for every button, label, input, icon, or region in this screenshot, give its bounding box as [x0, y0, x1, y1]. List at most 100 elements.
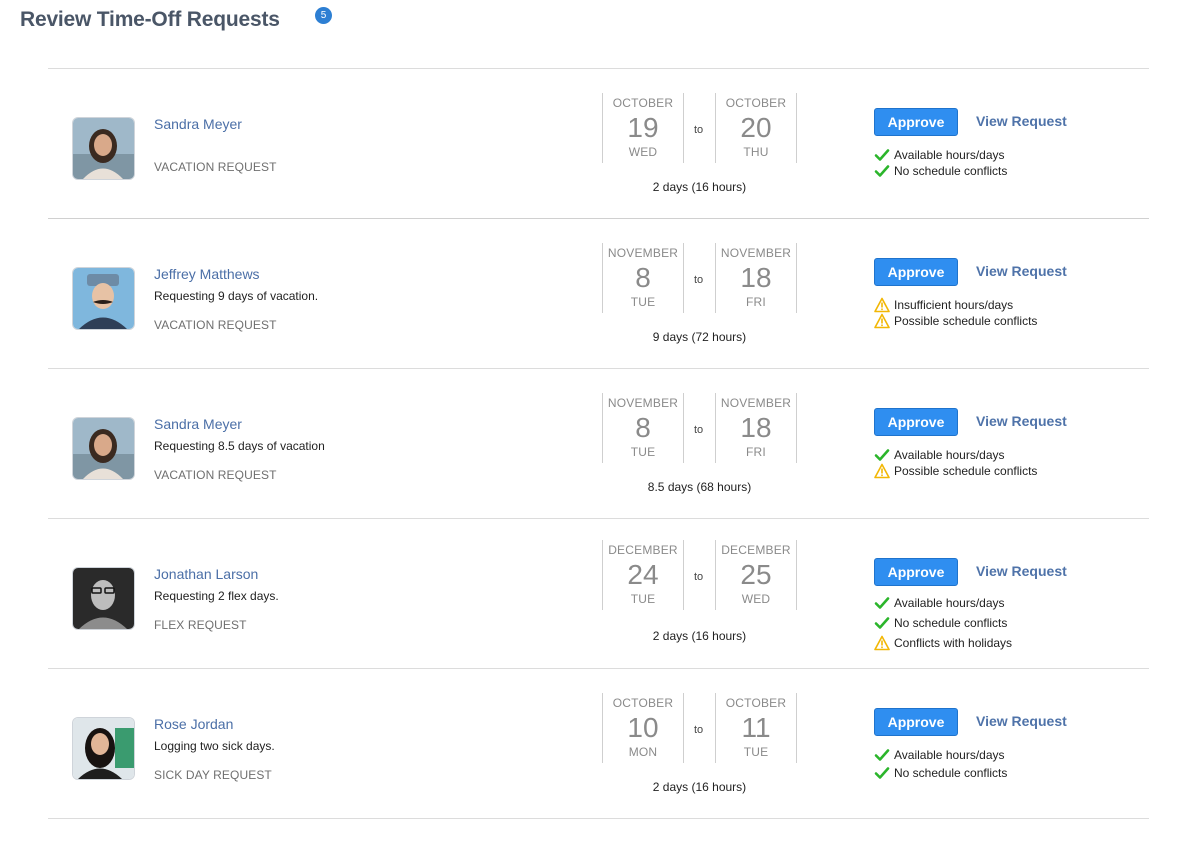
- status-item: Available hours/days: [874, 747, 1007, 765]
- request-type: VACATION REQUEST: [154, 318, 277, 332]
- end-day: 18: [740, 262, 772, 293]
- view-request-link[interactable]: View Request: [976, 713, 1067, 729]
- status-checks: Insufficient hours/days Possible schedul…: [874, 297, 1037, 329]
- start-month: OCTOBER: [612, 696, 674, 710]
- request-note: Requesting 2 flex days.: [154, 589, 279, 603]
- requester-name[interactable]: Jonathan Larson: [154, 566, 258, 582]
- status-text: Possible schedule conflicts: [894, 464, 1038, 478]
- status-item: Available hours/days: [874, 447, 1037, 463]
- start-day: 10: [627, 712, 659, 743]
- to-label: to: [694, 124, 704, 136]
- end-month: OCTOBER: [725, 696, 787, 710]
- status-text: Available hours/days: [894, 596, 1005, 610]
- request-note: Requesting 9 days of vacation.: [154, 289, 319, 303]
- avatar[interactable]: [73, 268, 134, 329]
- end-date: NOVEMBER 18 FRI: [715, 243, 797, 313]
- approve-button[interactable]: Approve: [874, 558, 958, 586]
- status-item: Possible schedule conflicts: [874, 313, 1037, 329]
- start-day: 19: [627, 112, 659, 143]
- request-type: FLEX REQUEST: [154, 618, 247, 632]
- status-text: Conflicts with holidays: [894, 636, 1013, 650]
- end-day: 25: [740, 559, 772, 590]
- end-month: NOVEMBER: [720, 396, 792, 410]
- request-type: VACATION REQUEST: [154, 468, 277, 482]
- request-row: Rose Jordan Logging two sick days. SICK …: [48, 669, 1149, 819]
- view-request-link[interactable]: View Request: [976, 113, 1067, 129]
- start-month: DECEMBER: [608, 543, 678, 557]
- start-day: 24: [627, 559, 659, 590]
- requester-name[interactable]: Jeffrey Matthews: [154, 266, 260, 282]
- approve-button[interactable]: Approve: [874, 258, 958, 286]
- end-date: NOVEMBER 18 FRI: [715, 393, 797, 463]
- requester-name[interactable]: Sandra Meyer: [154, 116, 242, 132]
- view-request-link[interactable]: View Request: [976, 263, 1067, 279]
- avatar[interactable]: [73, 418, 134, 479]
- to-label: to: [694, 274, 704, 286]
- warning-icon: [874, 635, 890, 651]
- request-note: Requesting 8.5 days of vacation: [154, 439, 325, 453]
- duration: 2 days (16 hours): [652, 180, 747, 194]
- status-item: No schedule conflicts: [874, 163, 1007, 179]
- start-date: NOVEMBER 8 TUE: [602, 393, 684, 463]
- to-label: to: [694, 424, 704, 436]
- end-date: OCTOBER 11 TUE: [715, 693, 797, 763]
- start-day: 8: [635, 412, 651, 443]
- start-weekday: MON: [628, 745, 658, 759]
- start-weekday: WED: [628, 145, 658, 159]
- requester-name[interactable]: Rose Jordan: [154, 716, 233, 732]
- status-text: Available hours/days: [894, 748, 1005, 762]
- end-weekday: FRI: [746, 445, 766, 459]
- status-checks: Available hours/days Possible schedule c…: [874, 447, 1037, 479]
- request-row: Sandra Meyer Requesting 8.5 days of vaca…: [48, 369, 1149, 519]
- status-item: No schedule conflicts: [874, 765, 1007, 783]
- approve-button[interactable]: Approve: [874, 408, 958, 436]
- end-weekday: WED: [741, 592, 771, 606]
- duration: 2 days (16 hours): [652, 780, 747, 794]
- start-date: OCTOBER 19 WED: [602, 93, 684, 163]
- start-day: 8: [635, 262, 651, 293]
- status-checks: Available hours/days No schedule conflic…: [874, 747, 1007, 783]
- avatar[interactable]: [73, 568, 134, 629]
- to-label: to: [694, 724, 704, 736]
- end-date: DECEMBER 25 WED: [715, 540, 797, 610]
- request-list: Sandra Meyer VACATION REQUEST OCTOBER 19…: [48, 68, 1149, 819]
- requester-name[interactable]: Sandra Meyer: [154, 416, 242, 432]
- duration: 2 days (16 hours): [652, 629, 747, 643]
- status-text: No schedule conflicts: [894, 164, 1008, 178]
- check-icon: [874, 147, 890, 163]
- page-title: Review Time-Off Requests: [20, 8, 280, 31]
- status-item: Available hours/days: [874, 147, 1007, 163]
- warning-icon: [874, 313, 890, 329]
- status-checks: Available hours/days No schedule conflic…: [874, 147, 1007, 179]
- avatar[interactable]: [73, 118, 134, 179]
- request-row: Sandra Meyer VACATION REQUEST OCTOBER 19…: [48, 69, 1149, 219]
- start-weekday: TUE: [630, 295, 656, 309]
- status-item: No schedule conflicts: [874, 615, 1012, 635]
- end-date: OCTOBER 20 THU: [715, 93, 797, 163]
- to-label: to: [694, 571, 704, 583]
- request-note: Logging two sick days.: [154, 739, 275, 753]
- check-icon: [874, 163, 890, 179]
- view-request-link[interactable]: View Request: [976, 563, 1067, 579]
- start-month: NOVEMBER: [607, 246, 679, 260]
- start-month: OCTOBER: [612, 96, 674, 110]
- end-day: 11: [741, 712, 771, 743]
- avatar[interactable]: [73, 718, 134, 779]
- check-icon: [874, 747, 890, 763]
- view-request-link[interactable]: View Request: [976, 413, 1067, 429]
- request-type: SICK DAY REQUEST: [154, 768, 272, 782]
- check-icon: [874, 615, 890, 631]
- start-date: OCTOBER 10 MON: [602, 693, 684, 763]
- request-count-badge: 5: [315, 7, 332, 24]
- check-icon: [874, 595, 890, 611]
- end-weekday: FRI: [746, 295, 766, 309]
- duration: 9 days (72 hours): [652, 330, 747, 344]
- status-text: Available hours/days: [894, 148, 1005, 162]
- end-day: 18: [740, 412, 772, 443]
- start-weekday: TUE: [630, 592, 656, 606]
- end-month: DECEMBER: [721, 543, 791, 557]
- start-month: NOVEMBER: [607, 396, 679, 410]
- approve-button[interactable]: Approve: [874, 708, 958, 736]
- approve-button[interactable]: Approve: [874, 108, 958, 136]
- start-weekday: TUE: [630, 445, 656, 459]
